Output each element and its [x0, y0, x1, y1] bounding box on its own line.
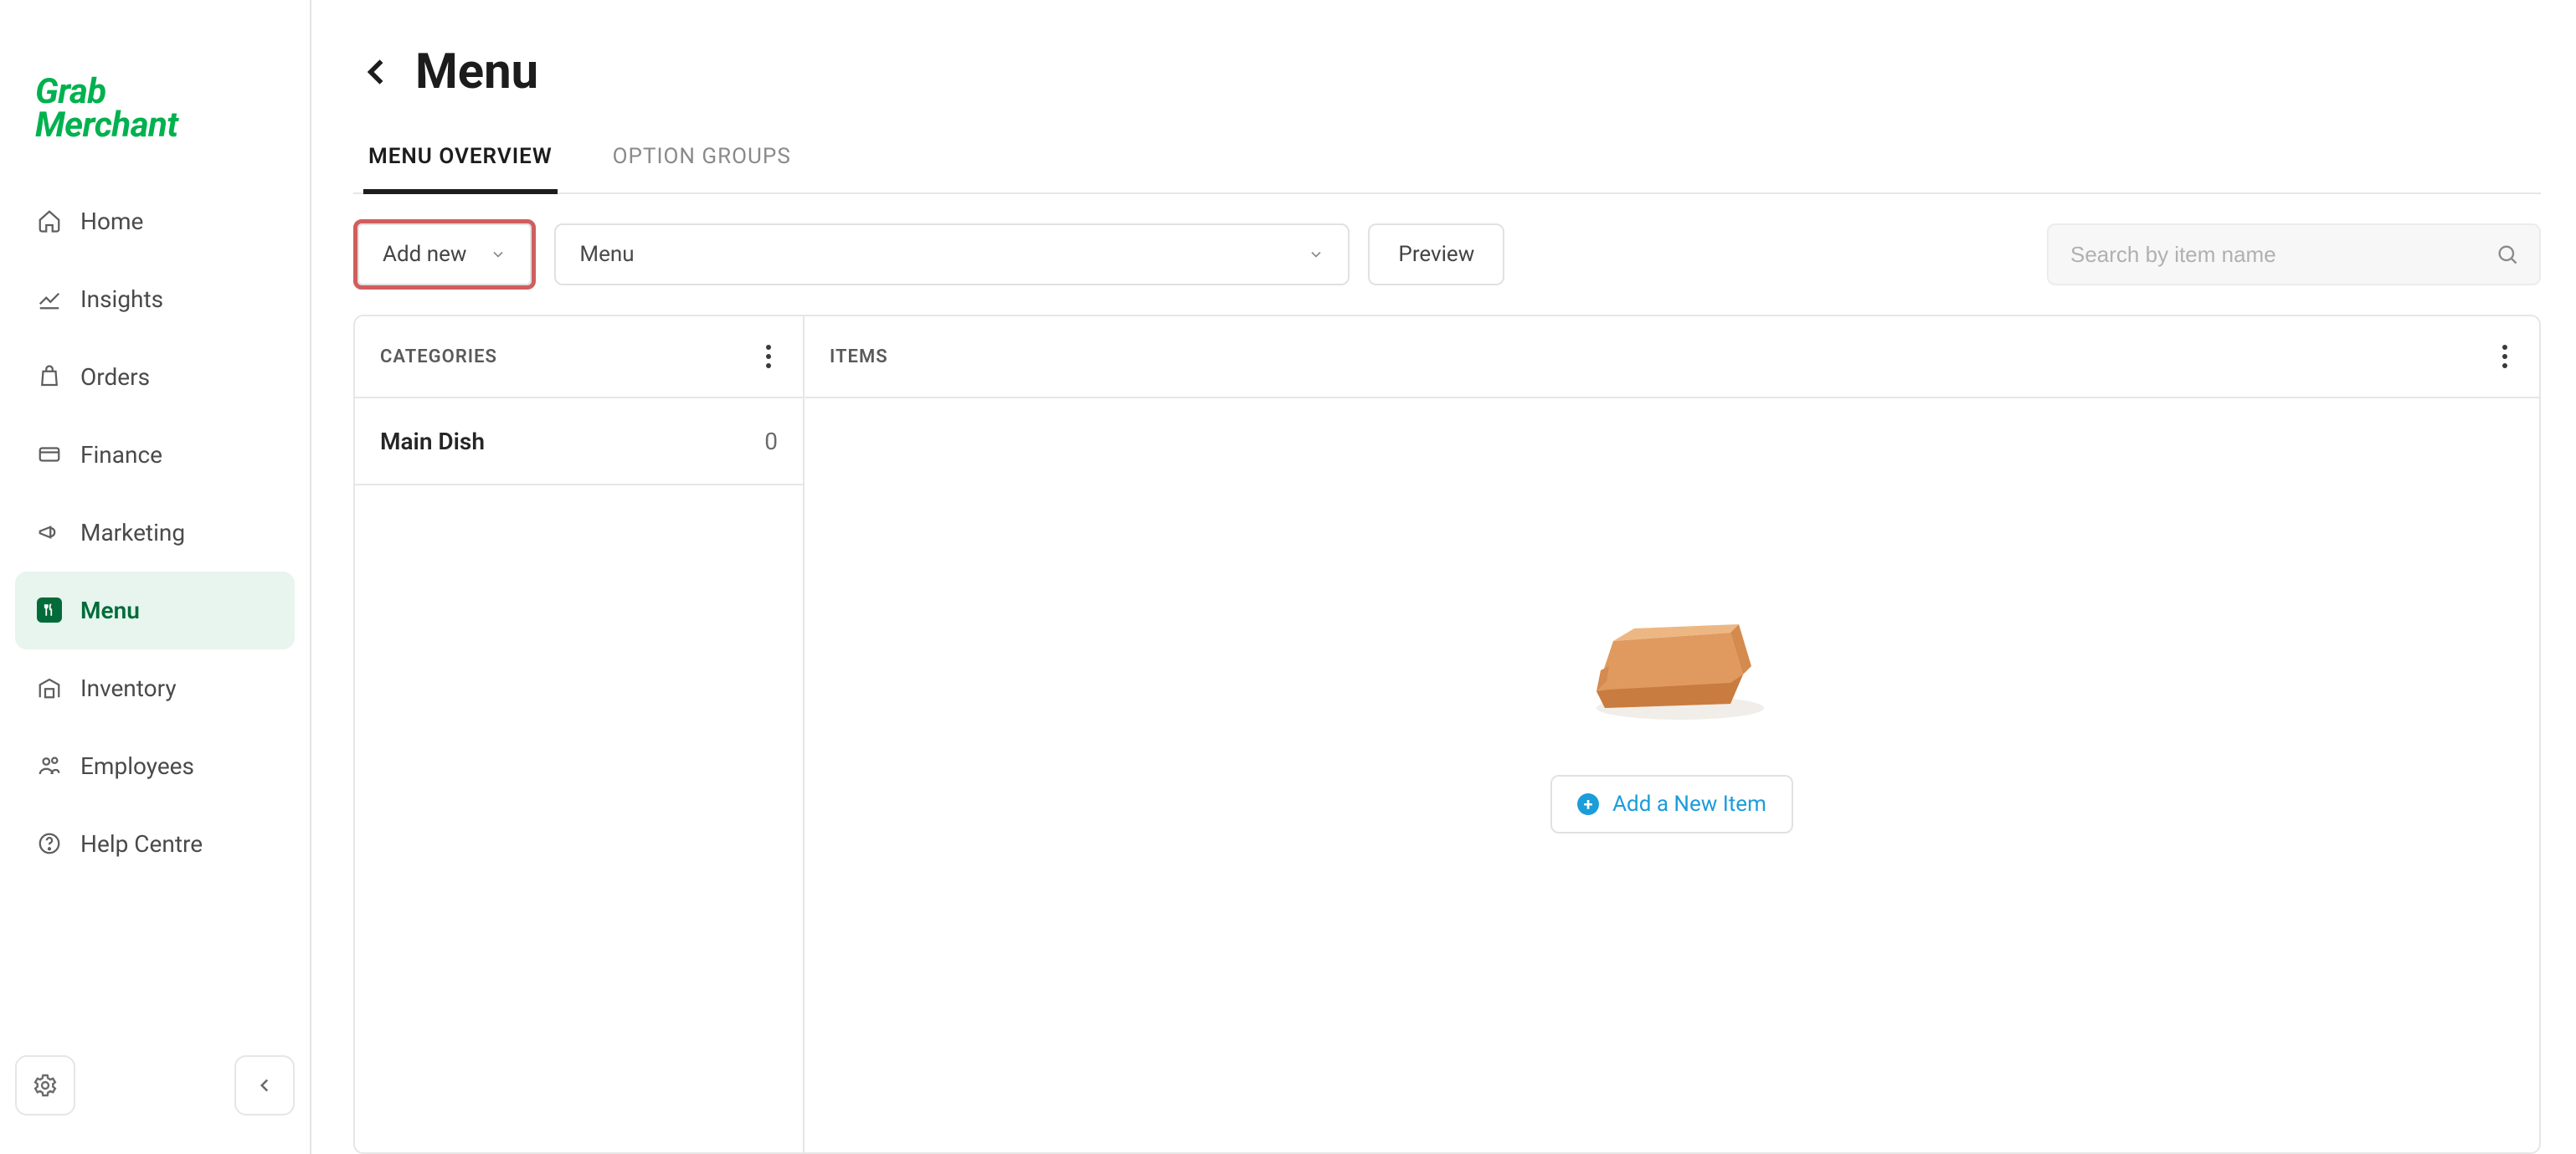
brand-line2: Merchant	[35, 109, 310, 142]
items-empty-state: + Add a New Item	[805, 398, 2539, 1152]
sidebar-item-label: Insights	[80, 285, 163, 313]
preview-label: Preview	[1398, 242, 1474, 267]
sidebar: Grab Merchant Home Insights O	[0, 0, 311, 1154]
search-input[interactable]	[2069, 241, 2496, 269]
menu-icon	[37, 598, 62, 623]
categories-panel: CATEGORIES Main Dish 0	[355, 316, 805, 1152]
add-new-dropdown[interactable]: Add new	[357, 223, 532, 285]
sidebar-item-label: Help Centre	[80, 830, 203, 858]
chevron-down-icon	[1308, 246, 1324, 263]
menu-select-value: Menu	[579, 242, 634, 267]
chevron-down-icon	[490, 246, 506, 263]
brand-logo: Grab Merchant	[0, 0, 310, 182]
sidebar-item-home[interactable]: Home	[15, 182, 295, 260]
sidebar-item-label: Marketing	[80, 519, 185, 546]
tab-menu-overview[interactable]: MENU OVERVIEW	[363, 131, 558, 194]
items-menu-button[interactable]	[2496, 338, 2514, 375]
sidebar-item-help-centre[interactable]: Help Centre	[15, 805, 295, 883]
add-new-label: Add new	[383, 242, 466, 267]
menu-panels: CATEGORIES Main Dish 0 ITEMS	[353, 315, 2541, 1154]
sidebar-item-label: Home	[80, 208, 143, 235]
sidebar-item-menu[interactable]: Menu	[15, 572, 295, 649]
items-header: ITEMS	[805, 316, 2539, 398]
gear-icon	[32, 1072, 59, 1099]
sidebar-item-insights[interactable]: Insights	[15, 260, 295, 338]
search-icon	[2496, 243, 2519, 266]
collapse-sidebar-button[interactable]	[234, 1055, 295, 1116]
plus-circle-icon: +	[1577, 793, 1599, 815]
add-new-highlight: Add new	[353, 219, 536, 290]
main-content: Menu MENU OVERVIEW OPTION GROUPS Add new…	[311, 0, 2576, 1154]
add-item-label: Add a New Item	[1612, 792, 1766, 817]
sidebar-item-inventory[interactable]: Inventory	[15, 649, 295, 727]
sidebar-item-label: Inventory	[80, 674, 177, 702]
sidebar-item-label: Orders	[80, 363, 150, 391]
warehouse-icon	[37, 675, 62, 700]
sidebar-item-label: Menu	[80, 597, 140, 624]
category-name: Main Dish	[380, 428, 485, 455]
sidebar-item-label: Finance	[80, 441, 162, 469]
bag-icon	[37, 364, 62, 389]
sidebar-item-label: Employees	[80, 752, 194, 780]
categories-menu-button[interactable]	[759, 338, 778, 375]
card-icon	[37, 442, 62, 467]
category-count: 0	[764, 428, 778, 455]
brand-line1: Grab	[35, 75, 310, 109]
items-panel: ITEMS	[805, 316, 2539, 1152]
chart-icon	[37, 286, 62, 311]
sidebar-nav: Home Insights Orders Finance	[0, 182, 310, 883]
sidebar-item-finance[interactable]: Finance	[15, 416, 295, 494]
megaphone-icon	[37, 520, 62, 545]
back-button[interactable]	[353, 49, 400, 95]
categories-header-label: CATEGORIES	[380, 346, 497, 367]
settings-button[interactable]	[15, 1055, 75, 1116]
empty-bag-illustration	[1563, 591, 1781, 725]
sidebar-item-orders[interactable]: Orders	[15, 338, 295, 416]
items-header-label: ITEMS	[830, 346, 888, 367]
sidebar-footer	[0, 1055, 310, 1154]
people-icon	[37, 753, 62, 778]
search-field[interactable]	[2047, 223, 2541, 285]
chevron-left-icon	[254, 1075, 275, 1096]
categories-header: CATEGORIES	[355, 316, 803, 398]
home-icon	[37, 208, 62, 233]
preview-button[interactable]: Preview	[1368, 223, 1504, 285]
menu-select[interactable]: Menu	[554, 223, 1350, 285]
sidebar-item-marketing[interactable]: Marketing	[15, 494, 295, 572]
toolbar: Add new Menu Preview	[353, 219, 2541, 290]
sidebar-item-employees[interactable]: Employees	[15, 727, 295, 805]
tabs: MENU OVERVIEW OPTION GROUPS	[353, 131, 2541, 194]
page-header: Menu	[353, 44, 2541, 100]
category-row[interactable]: Main Dish 0	[355, 398, 803, 485]
chevron-left-icon	[358, 54, 395, 90]
add-new-item-button[interactable]: + Add a New Item	[1550, 775, 1793, 833]
help-icon	[37, 831, 62, 856]
page-title: Menu	[415, 44, 538, 100]
tab-option-groups[interactable]: OPTION GROUPS	[608, 131, 796, 194]
